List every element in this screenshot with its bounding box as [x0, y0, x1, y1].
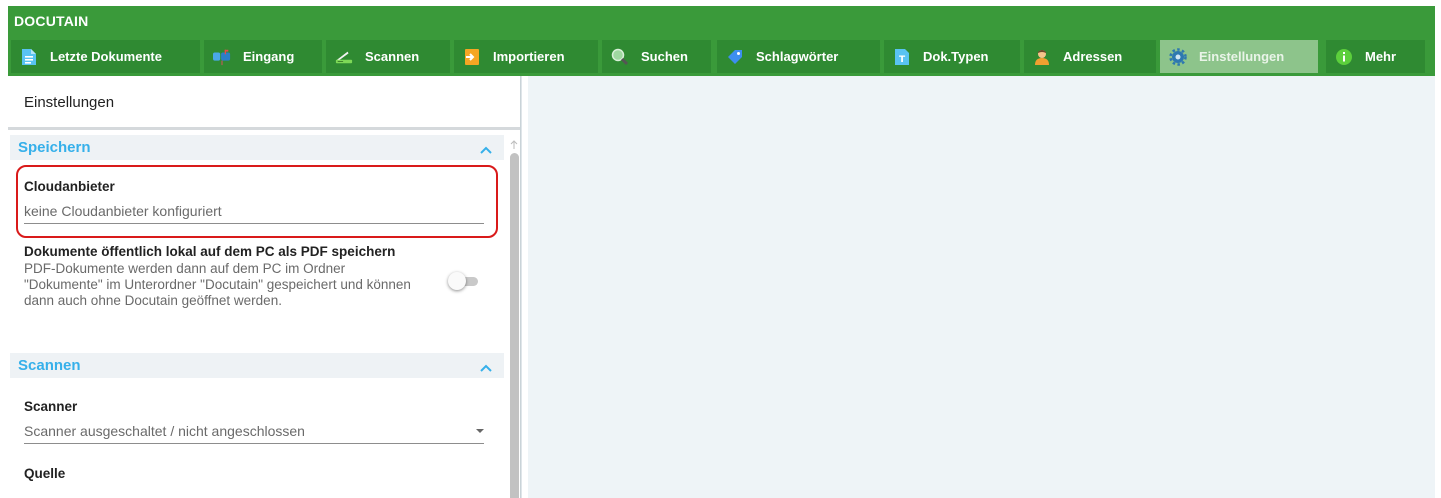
dropdown-arrow-icon[interactable] [476, 429, 484, 433]
scrollbar-thumb[interactable] [510, 153, 519, 498]
main-toolbar: Letzte Dokumente Eingang Scannen Importi… [8, 37, 1435, 76]
cloud-provider-field[interactable]: keine Cloudanbieter konfiguriert [24, 203, 222, 219]
tab-adressen[interactable]: Adressen [1024, 40, 1156, 73]
tab-letzte-dokumente[interactable]: Letzte Dokumente [11, 40, 200, 73]
highlight-box [16, 165, 498, 238]
scanner-underline [24, 443, 484, 444]
tag-icon [726, 48, 744, 66]
scanner-label: Scanner [24, 399, 78, 414]
svg-text:T: T [899, 55, 906, 65]
pdf-save-toggle[interactable] [448, 272, 480, 290]
scanner-icon [335, 48, 353, 66]
chevron-up-icon[interactable] [480, 359, 492, 377]
pdf-save-label: Dokumente öffentlich lokal auf dem PC al… [24, 244, 396, 259]
tab-scannen[interactable]: Scannen [326, 40, 450, 73]
section-header-scannen[interactable]: Scannen [10, 353, 504, 378]
tab-mehr[interactable]: Mehr [1326, 40, 1425, 73]
settings-list: Speichern Cloudanbieter keine Cloudanbie… [8, 133, 508, 498]
tab-dok-typen[interactable]: T Dok.Typen [884, 40, 1020, 73]
document-icon [20, 48, 38, 66]
panel-header: Einstellungen [8, 76, 520, 130]
app-title: DOCUTAIN [14, 13, 89, 29]
settings-panel: Einstellungen Speichern Cloudanbieter ke… [8, 76, 521, 498]
pdf-save-description: PDF-Dokumente werden dann auf dem PC im … [24, 261, 411, 308]
cloud-provider-underline [24, 223, 484, 224]
tab-suchen[interactable]: Suchen [602, 40, 711, 73]
cloud-provider-label: Cloudanbieter [24, 179, 115, 194]
import-icon [463, 48, 481, 66]
info-icon [1335, 48, 1353, 66]
tab-einstellungen[interactable]: Einstellungen [1160, 40, 1318, 73]
tab-importieren[interactable]: Importieren [454, 40, 598, 73]
tab-schlagwoerter[interactable]: Schlagwörter [717, 40, 880, 73]
section-title-scannen: Scannen [18, 357, 81, 374]
scanner-select[interactable]: Scanner ausgeschaltet / nicht angeschlos… [24, 423, 305, 439]
chevron-up-icon[interactable] [480, 141, 492, 159]
mailbox-icon [213, 48, 231, 66]
section-title-speichern: Speichern [18, 139, 91, 156]
tab-eingang[interactable]: Eingang [204, 40, 322, 73]
gear-icon [1169, 47, 1187, 66]
content-area [528, 76, 1435, 498]
panel-divider [521, 76, 528, 498]
search-icon [611, 48, 629, 66]
title-bar: DOCUTAIN [8, 6, 1435, 37]
doctype-icon: T [893, 48, 911, 66]
panel-title: Einstellungen [24, 94, 115, 111]
section-header-speichern[interactable]: Speichern [10, 135, 504, 160]
toggle-knob [448, 272, 466, 290]
person-icon [1033, 48, 1051, 66]
scrollbar[interactable] [508, 133, 520, 498]
quelle-label: Quelle [24, 466, 66, 481]
